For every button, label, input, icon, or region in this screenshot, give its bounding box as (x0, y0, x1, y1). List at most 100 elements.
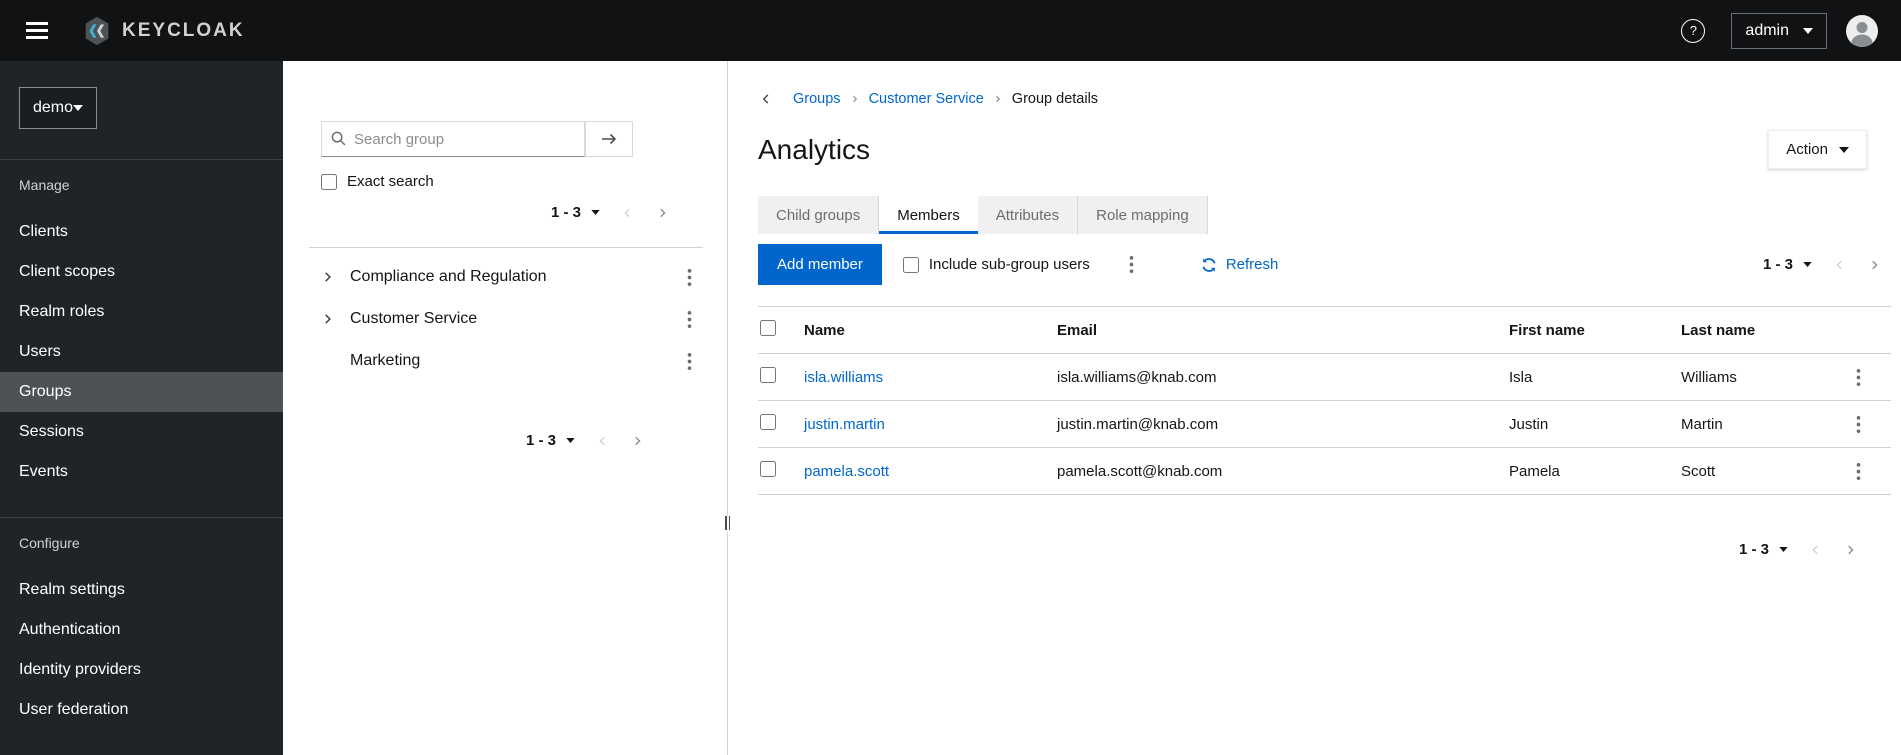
member-email: isla.williams@knab.com (1049, 353, 1501, 401)
pagination-prev-button[interactable] (586, 429, 619, 453)
refresh-button[interactable]: Refresh (1201, 256, 1279, 273)
manage-nav-list: Clients Client scopes Realm roles Users … (0, 202, 283, 492)
kebab-menu-icon[interactable] (678, 263, 701, 292)
tab-attributes[interactable]: Attributes (977, 196, 1079, 234)
kebab-menu-icon[interactable] (1847, 457, 1870, 486)
breadcrumb-parent-group-link[interactable]: Customer Service (869, 91, 984, 107)
chevron-down-icon (73, 105, 84, 111)
kebab-menu-icon[interactable] (678, 305, 701, 334)
tree-pagination-bottom: 1 - 3 (309, 426, 654, 455)
help-icon[interactable]: ? (1681, 18, 1706, 43)
sidebar-item-realm-roles[interactable]: Realm roles (0, 292, 283, 332)
pagination-prev-button[interactable] (1799, 538, 1832, 562)
sidebar-item-sessions[interactable]: Sessions (0, 412, 283, 452)
row-checkbox[interactable] (760, 414, 776, 430)
breadcrumb-current: Group details (1011, 91, 1099, 107)
expand-chevron-icon[interactable] (315, 306, 341, 332)
chevron-left-icon (1812, 545, 1818, 554)
table-header-row: Name Email First name Last name (758, 306, 1891, 354)
member-first-name: Justin (1501, 400, 1673, 448)
pagination-menu-toggle[interactable]: 1 - 3 (1754, 250, 1821, 279)
member-username-link[interactable]: pamela.scott (804, 463, 889, 480)
keycloak-logo[interactable]: KEYCLOAK (80, 14, 245, 48)
breadcrumb-groups-link[interactable]: Groups (793, 91, 841, 107)
search-icon (331, 131, 346, 146)
sidebar-item-authentication[interactable]: Authentication (0, 610, 283, 650)
hamburger-menu-icon[interactable] (22, 18, 52, 43)
tab-members[interactable]: Members (879, 196, 978, 234)
exact-search-control: Exact search (321, 173, 703, 190)
include-subgroups-checkbox[interactable] (902, 256, 919, 273)
collapse-panel-chevron-icon[interactable] (758, 90, 774, 108)
sidebar-item-identity-providers[interactable]: Identity providers (0, 650, 283, 690)
member-username-link[interactable]: isla.williams (804, 369, 883, 386)
row-checkbox[interactable] (760, 461, 776, 477)
kebab-menu-icon[interactable] (678, 347, 701, 376)
pagination-next-button[interactable] (1858, 253, 1891, 277)
sidebar-item-realm-settings[interactable]: Realm settings (0, 570, 283, 610)
members-table: Name Email First name Last name isla.wil… (758, 306, 1891, 495)
title-row: Analytics Action (758, 130, 1891, 169)
realm-selector[interactable]: demo (19, 87, 98, 129)
group-name-link[interactable]: Customer Service (350, 310, 477, 328)
sidebar-item-user-federation[interactable]: User federation (0, 690, 283, 730)
tree-pagination-top: 1 - 3 (309, 198, 679, 227)
pagination-prev-button[interactable] (1823, 253, 1856, 277)
row-checkbox[interactable] (760, 367, 776, 383)
sidebar-item-events[interactable]: Events (0, 452, 283, 492)
pagination-next-button[interactable] (621, 429, 654, 453)
refresh-label: Refresh (1225, 256, 1279, 273)
pagination-menu-toggle[interactable]: 1 - 3 (517, 426, 584, 455)
chevron-right-icon (1848, 545, 1854, 554)
arrow-right-icon (602, 133, 617, 145)
column-header-name: Name (796, 306, 1049, 354)
pagination-next-button[interactable] (1834, 538, 1867, 562)
user-dropdown[interactable]: admin (1731, 12, 1827, 49)
tree-row-customer-service: Customer Service (309, 298, 703, 340)
member-email: justin.martin@knab.com (1049, 400, 1501, 448)
caret-down-icon (1779, 547, 1788, 552)
panel-resize-handle[interactable] (723, 516, 732, 532)
breadcrumb-separator-icon (851, 94, 859, 104)
group-search (321, 121, 633, 157)
manage-section-label: Manage (19, 177, 70, 193)
member-first-name: Pamela (1501, 447, 1673, 495)
exact-search-checkbox[interactable] (321, 173, 337, 190)
tree-divider (309, 247, 703, 248)
sidebar-item-client-scopes[interactable]: Client scopes (0, 252, 283, 292)
kebab-menu-icon[interactable] (1120, 250, 1143, 279)
member-email: pamela.scott@knab.com (1049, 447, 1501, 495)
pagination-menu-toggle[interactable]: 1 - 3 (542, 198, 609, 227)
search-group-input[interactable] (321, 121, 585, 157)
select-all-checkbox[interactable] (760, 320, 776, 336)
member-last-name: Williams (1673, 353, 1847, 401)
add-member-button[interactable]: Add member (758, 244, 882, 285)
panel-divider (723, 61, 732, 755)
chevron-down-icon (1803, 27, 1813, 34)
pagination-next-button[interactable] (646, 201, 679, 225)
expand-chevron-icon[interactable] (315, 264, 341, 290)
realm-name: demo (33, 99, 74, 116)
action-dropdown[interactable]: Action (1768, 130, 1867, 169)
sidebar-item-groups[interactable]: Groups (0, 372, 283, 412)
sidebar-item-users[interactable]: Users (0, 332, 283, 372)
group-name-link[interactable]: Marketing (350, 352, 420, 370)
members-pagination-top: 1 - 3 (1754, 250, 1891, 279)
avatar[interactable] (1845, 14, 1879, 48)
sidebar-item-clients[interactable]: Clients (0, 212, 283, 252)
tab-child-groups[interactable]: Child groups (758, 196, 880, 234)
pagination-prev-button[interactable] (611, 201, 644, 225)
table-row: justin.martin justin.martin@knab.com Jus… (758, 400, 1891, 448)
group-name-link[interactable]: Compliance and Regulation (350, 268, 547, 286)
search-submit-button[interactable] (585, 121, 633, 157)
kebab-menu-icon[interactable] (1847, 410, 1870, 439)
tab-role-mapping[interactable]: Role mapping (1078, 196, 1208, 234)
caret-down-icon (1839, 146, 1849, 153)
member-username-link[interactable]: justin.martin (804, 416, 885, 433)
pagination-menu-toggle[interactable]: 1 - 3 (1730, 535, 1797, 564)
configure-nav-list: Realm settings Authentication Identity p… (0, 560, 283, 730)
kebab-menu-icon[interactable] (1847, 363, 1870, 392)
action-dropdown-label: Action (1786, 141, 1828, 158)
caret-down-icon (591, 210, 600, 215)
masthead: KEYCLOAK ? admin (0, 0, 1901, 61)
